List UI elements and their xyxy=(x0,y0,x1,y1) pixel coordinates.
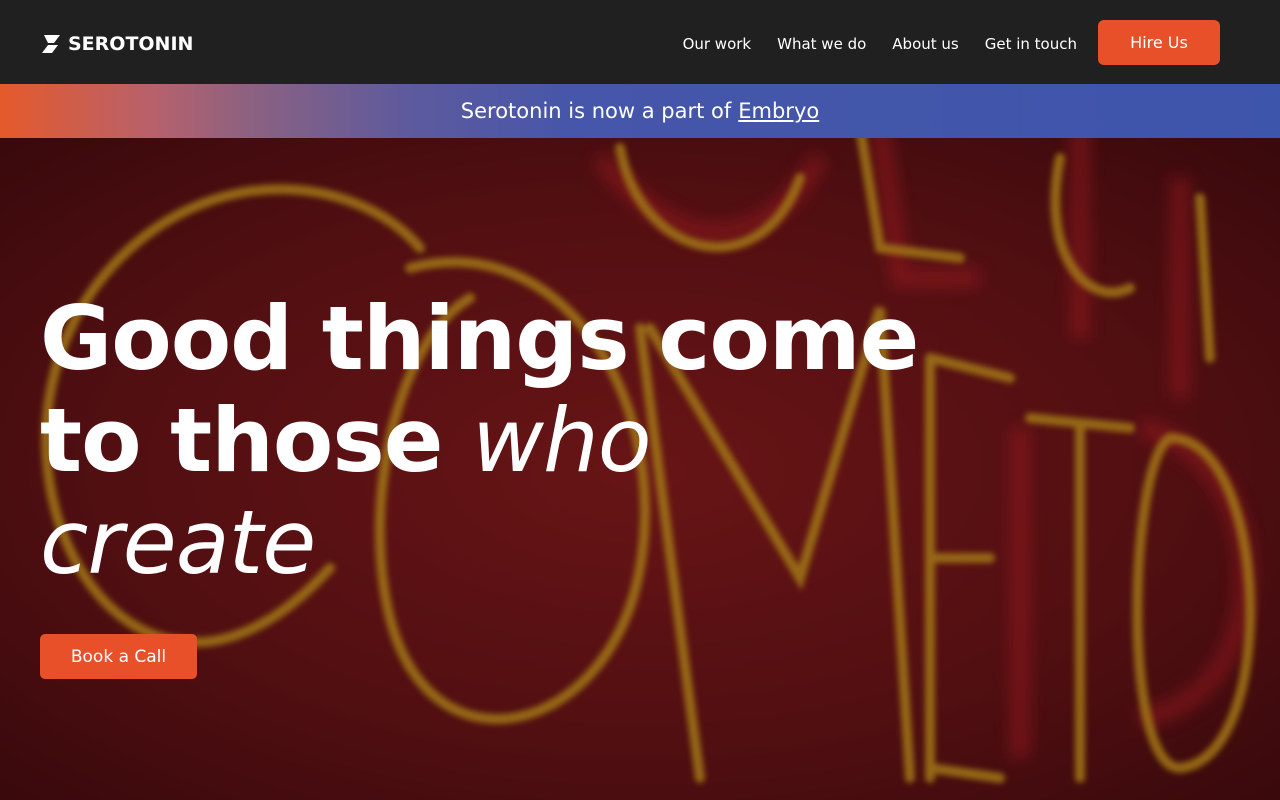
headline-line-3-italic: create xyxy=(40,491,316,594)
book-a-call-button[interactable]: Book a Call xyxy=(40,634,197,679)
banner-text: Serotonin is now a part of xyxy=(460,99,732,123)
hero-headline: Good things come to those who create xyxy=(40,287,919,594)
headline-line-2-italic: who xyxy=(472,389,652,492)
headline-line-2-bold: to those xyxy=(40,389,473,492)
hire-us-button[interactable]: Hire Us xyxy=(1098,20,1220,65)
lightning-s-icon xyxy=(42,35,60,53)
site-header: SEROTONIN Our work What we do About us G… xyxy=(0,0,1280,84)
logo[interactable]: SEROTONIN xyxy=(40,32,193,56)
nav-about-us[interactable]: About us xyxy=(892,35,958,53)
embryo-link[interactable]: Embryo xyxy=(738,99,819,123)
nav-get-in-touch[interactable]: Get in touch xyxy=(985,35,1077,53)
nav-what-we-do[interactable]: What we do xyxy=(777,35,866,53)
main-nav: Our work What we do About us Get in touc… xyxy=(683,33,1077,55)
hero-section: Good things come to those who create Boo… xyxy=(0,138,1280,800)
nav-our-work[interactable]: Our work xyxy=(683,35,752,53)
headline-line-1: Good things come xyxy=(40,287,919,390)
announcement-banner: Serotonin is now a part of Embryo xyxy=(0,84,1280,138)
brand-name: SEROTONIN xyxy=(68,33,194,55)
